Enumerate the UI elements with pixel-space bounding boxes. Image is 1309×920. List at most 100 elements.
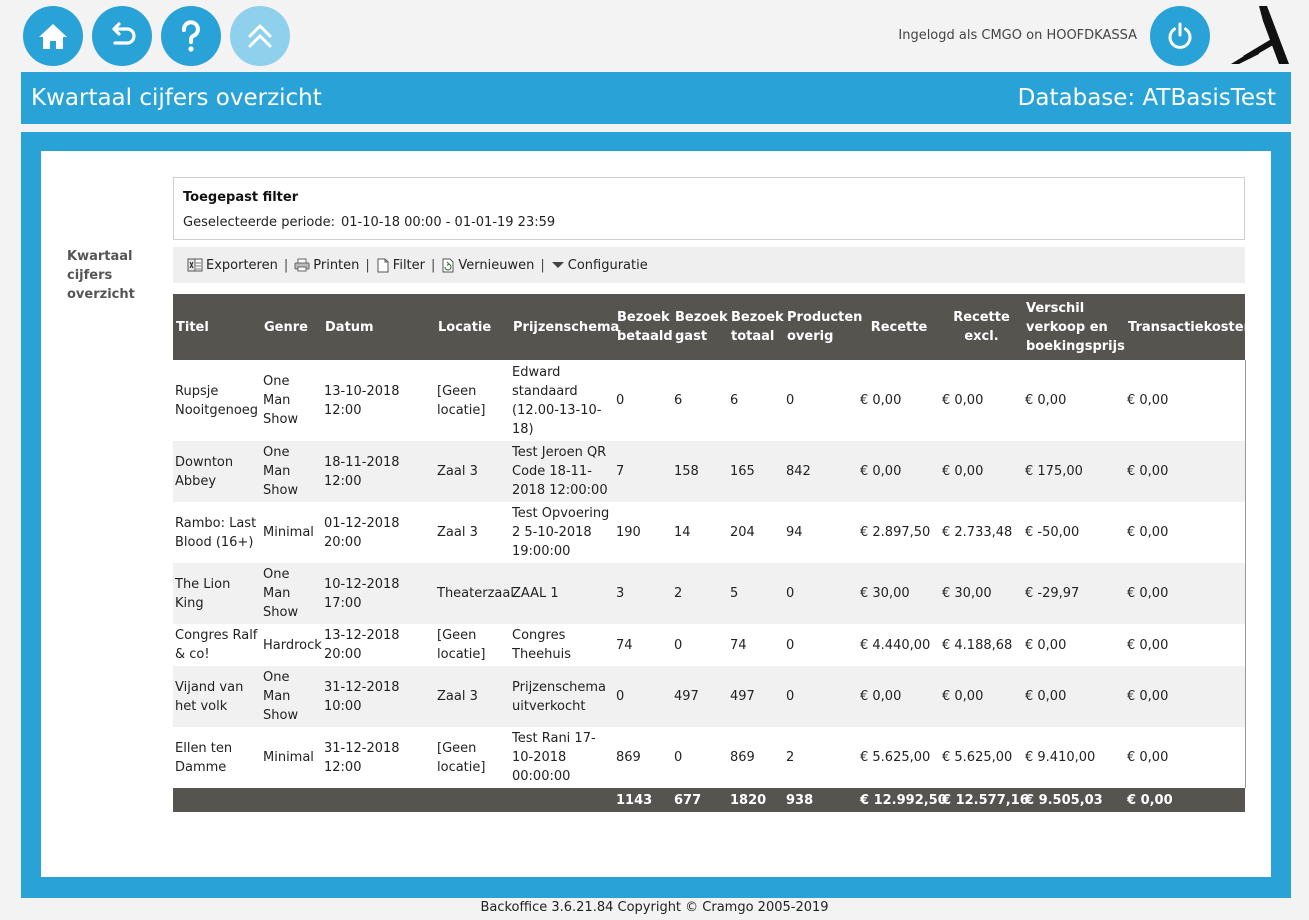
table-cell: € 2.897,50: [858, 502, 940, 563]
total-cell: € 0,00: [1125, 788, 1245, 812]
report-table-wrapper: Titel Genre Datum Locatie Prijzenschema …: [173, 294, 1253, 812]
table-cell: 842: [784, 441, 858, 502]
table-cell: 14: [672, 502, 728, 563]
table-cell: 0: [614, 666, 672, 727]
total-cell: [173, 788, 261, 812]
scroll-up-icon: [248, 24, 272, 48]
table-cell: € 0,00: [940, 441, 1023, 502]
table-cell: € 30,00: [858, 563, 940, 624]
table-cell: € 4.188,68: [940, 624, 1023, 666]
logout-button[interactable]: [1150, 6, 1210, 66]
table-cell: 3: [614, 563, 672, 624]
table-cell: € 0,00: [1125, 502, 1246, 563]
table-cell: 94: [784, 502, 858, 563]
table-cell: 7: [614, 441, 672, 502]
table-cell: € 175,00: [1023, 441, 1125, 502]
table-cell: 165: [728, 441, 784, 502]
table-cell: Minimal: [261, 727, 322, 788]
total-cell: 1820: [728, 788, 784, 812]
toolbar-separator: |: [431, 257, 436, 273]
excel-icon: [187, 258, 203, 272]
report-table: Titel Genre Datum Locatie Prijzenschema …: [173, 294, 1253, 812]
refresh-button[interactable]: Vernieuwen: [441, 258, 534, 273]
column-header[interactable]: Bezoek gast: [672, 294, 728, 360]
table-cell: 10-12-2018 17:00: [322, 563, 435, 624]
home-icon: [39, 24, 67, 49]
column-header[interactable]: Recette: [858, 294, 940, 360]
column-header[interactable]: Verschil verkoop en boekingsprijs: [1023, 294, 1125, 360]
table-row[interactable]: Rupsje Nooitgenoeg One Man Show 13-10-2018…: [173, 360, 1246, 441]
title-bar: Kwartaal cijfers overzicht Database: ATB…: [21, 72, 1291, 124]
report-toolbar: Exporteren | Printen | Filter | Vernieuw…: [173, 247, 1245, 283]
filter-heading: Toegepast filter: [183, 190, 299, 205]
config-dropdown[interactable]: Configuratie: [551, 258, 648, 273]
table-cell: Rupsje Nooitgenoeg: [173, 360, 261, 441]
table-cell: Prijzenschema uitverkocht: [510, 666, 614, 727]
total-cell: [510, 788, 614, 812]
column-header[interactable]: Titel: [173, 294, 261, 360]
table-cell: € 5.625,00: [858, 727, 940, 788]
table-cell: € 0,00: [858, 441, 940, 502]
login-status: Ingelogd als CMGO on HOOFDKASSA: [898, 28, 1137, 43]
table-cell: 6: [728, 360, 784, 441]
table-cell: € 0,00: [1125, 441, 1246, 502]
table-cell: Congres Theehuis: [510, 624, 614, 666]
refresh-icon: [442, 258, 454, 272]
column-header[interactable]: Bezoek totaal: [728, 294, 784, 360]
table-cell: € 0,00: [1125, 624, 1246, 666]
total-cell: € 12.992,50: [858, 788, 947, 812]
column-header[interactable]: Bezoek betaald: [614, 294, 673, 360]
column-header[interactable]: Transactiekosten: [1125, 294, 1253, 360]
toolbar-separator: |: [365, 257, 370, 273]
print-button[interactable]: Printen: [294, 258, 359, 273]
filter-button[interactable]: Filter: [376, 258, 425, 273]
total-cell: [261, 788, 322, 812]
table-row[interactable]: Congres Ralf & co! Hardrock 13-12-2018 20:…: [173, 624, 1246, 666]
column-header[interactable]: Genre: [261, 294, 322, 360]
back-button[interactable]: [92, 6, 152, 66]
table-cell: Hardrock: [261, 624, 322, 666]
table-cell: [Geen locatie]: [435, 624, 510, 666]
table-cell: 74: [614, 624, 672, 666]
column-header[interactable]: Producten overig: [784, 294, 862, 360]
table-cell: € 0,00: [1125, 666, 1246, 727]
table-cell: One Man Show: [261, 666, 322, 727]
table-cell: € 0,00: [940, 360, 1023, 441]
power-icon: [1168, 22, 1192, 49]
table-cell: 18-11-2018 12:00: [322, 441, 435, 502]
column-header[interactable]: Datum: [322, 294, 435, 360]
toolbar-separator: |: [283, 257, 289, 273]
filter-label: Filter: [392, 257, 425, 273]
scroll-up-button[interactable]: [230, 6, 290, 66]
toolbar-separator: |: [540, 257, 545, 273]
home-button[interactable]: [23, 6, 83, 66]
applied-filter-box: Toegepast filter Geselecteerde periode: 0…: [173, 177, 1245, 240]
table-cell: Edward standaard (12.00-13-10-18): [510, 360, 614, 441]
table-cell: € 0,00: [1023, 624, 1125, 666]
column-header[interactable]: Locatie: [435, 294, 510, 360]
table-cell: 0: [784, 624, 858, 666]
column-header[interactable]: Recette excl.: [940, 294, 1023, 360]
table-row[interactable]: The Lion King One Man Show 10-12-2018 17:0…: [173, 563, 1246, 624]
total-cell: € 9.505,03: [1023, 788, 1125, 812]
table-cell: 31-12-2018 12:00: [322, 727, 435, 788]
table-cell: One Man Show: [261, 360, 322, 441]
export-button[interactable]: Exporteren: [187, 258, 278, 273]
table-cell: Minimal: [261, 502, 322, 563]
table-row[interactable]: Rambo: Last Blood (16+) Minimal 01-12-2018…: [173, 502, 1246, 563]
table-cell: Ellen ten Damme: [173, 727, 261, 788]
table-row[interactable]: Vijand van het volk One Man Show 31-12-201…: [173, 666, 1246, 727]
table-cell: Zaal 3: [435, 502, 510, 563]
table-row[interactable]: Ellen ten Damme Minimal 31-12-2018 12:00 [G…: [173, 727, 1246, 788]
table-cell: 74: [728, 624, 784, 666]
side-label: Kwartaal cijfers overzicht: [67, 249, 135, 302]
table-cell: 0: [784, 563, 858, 624]
help-button[interactable]: [161, 6, 221, 66]
table-cell: € 2.733,48: [940, 502, 1023, 563]
table-cell: € 0,00: [1023, 360, 1125, 441]
footer-copyright: Backoffice 3.6.21.84 Copyright © Cramgo …: [480, 900, 829, 915]
table-cell: [Geen locatie]: [435, 360, 510, 441]
table-row[interactable]: Downton Abbey One Man Show 18-11-2018 12:0…: [173, 441, 1246, 502]
column-header[interactable]: Prijzenschema: [510, 294, 619, 360]
table-cell: 869: [728, 727, 784, 788]
